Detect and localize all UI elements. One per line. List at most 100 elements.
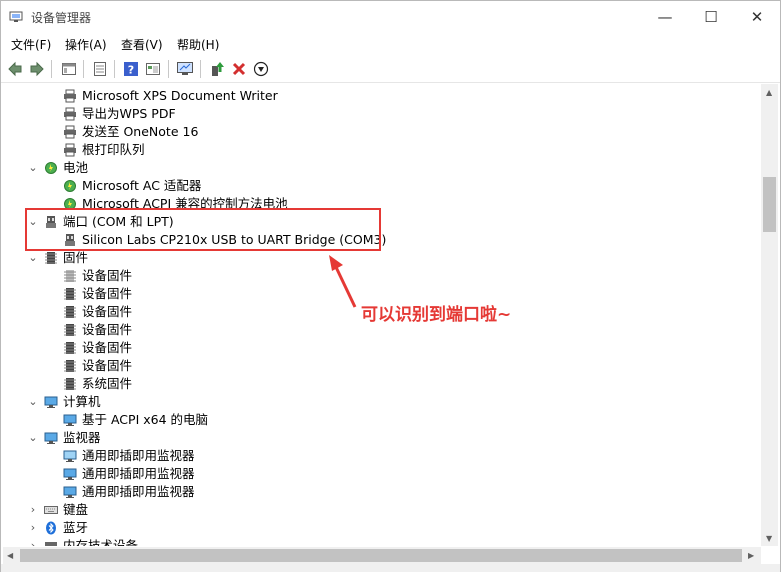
tree-category-memory[interactable]: 内存技术设备 (44, 537, 138, 546)
tree-item-firmware[interactable]: 设备固件 (63, 267, 132, 285)
tree-item-monitor[interactable]: 通用即插即用监视器 (63, 465, 195, 483)
device-view-button[interactable] (143, 59, 163, 79)
collapse-chevron-icon[interactable]: ⌄ (28, 249, 38, 267)
device-list-button[interactable] (90, 59, 110, 79)
battery-icon (45, 162, 57, 174)
device-manager-app-icon (9, 11, 23, 22)
tree-item-firmware[interactable]: 设备固件 (63, 285, 132, 303)
printer-icon (64, 143, 76, 157)
update-driver-button[interactable] (207, 59, 227, 79)
firmware-chip-icon (64, 306, 76, 318)
tree-item-monitor[interactable]: 通用即插即用监视器 (63, 483, 195, 501)
tree-item-label: 根打印队列 (82, 142, 145, 157)
expand-chevron-icon[interactable]: › (28, 537, 38, 546)
computer-monitor-icon (44, 396, 58, 408)
tree-item-label: 基于 ACPI x64 的电脑 (82, 412, 209, 427)
expand-chevron-icon[interactable]: › (28, 501, 38, 519)
maximize-icon: ☐ (704, 7, 718, 26)
firmware-chip-icon (64, 324, 76, 336)
tree-category-computer[interactable]: 计算机 (44, 393, 101, 411)
tree-item-label: 电池 (63, 160, 89, 175)
tree-item-firmware[interactable]: 设备固件 (63, 321, 132, 339)
download-button[interactable] (251, 59, 271, 79)
annotation-arrow-icon (329, 255, 357, 308)
collapse-chevron-icon[interactable]: ⌄ (28, 429, 38, 447)
tree-item-firmware[interactable]: 设备固件 (63, 339, 132, 357)
tree-item-label: 设备固件 (82, 286, 133, 301)
svg-text:?: ? (128, 64, 134, 77)
tree-item-label: 内存技术设备 (63, 538, 139, 546)
annotation-text: 可以识别到端口啦~ (361, 305, 512, 325)
menu-help[interactable]: 帮助(H) (177, 36, 219, 53)
printer-icon (64, 125, 76, 139)
firmware-chip-icon (64, 342, 76, 354)
menu-action[interactable]: 操作(A) (65, 36, 107, 53)
forward-arrow-icon (30, 61, 44, 77)
collapse-chevron-icon[interactable]: ⌄ (28, 393, 38, 411)
tree-item-label: 通用即插即用监视器 (82, 484, 195, 499)
tree-item-label: 设备固件 (82, 322, 133, 337)
scroll-up-icon[interactable]: ▲ (766, 88, 772, 97)
collapse-chevron-icon[interactable]: ⌄ (28, 159, 38, 177)
toolbar-separator (83, 60, 84, 78)
tree-category-firmware[interactable]: 固件 (44, 249, 88, 267)
tree-item-label: 系统固件 (82, 376, 133, 391)
firmware-chip-icon (64, 378, 76, 390)
tree-item-label: 固件 (63, 250, 89, 265)
title-bar: 设备管理器 — ☐ ✕ (1, 1, 780, 32)
scan-hardware-button[interactable] (175, 59, 195, 79)
battery-icon (64, 180, 76, 192)
scroll-down-icon[interactable]: ▼ (766, 534, 772, 543)
tree-item-label: 监视器 (63, 430, 101, 445)
tree-category-monitors[interactable]: 监视器 (44, 429, 101, 447)
device-list-icon (94, 62, 106, 76)
tree-category-bluetooth[interactable]: 蓝牙 (44, 519, 88, 537)
tree-item-label: Microsoft XPS Document Writer (82, 88, 278, 103)
tree-category-keyboard[interactable]: 键盘 (44, 501, 88, 519)
tree-item-printer[interactable]: 导出为WPS PDF (63, 105, 176, 123)
tree-item-firmware[interactable]: 设备固件 (63, 303, 132, 321)
firmware-chip-icon (64, 360, 76, 372)
firmware-chip-icon (64, 288, 76, 300)
vertical-scrollbar[interactable]: ▲ ▼ (761, 84, 778, 546)
tree-item-computer[interactable]: 基于 ACPI x64 的电脑 (63, 411, 208, 429)
printer-icon (64, 89, 76, 103)
tree-item-label: 通用即插即用监视器 (82, 466, 195, 481)
back-button[interactable] (5, 59, 25, 79)
expand-chevron-icon[interactable]: › (28, 519, 38, 537)
tree-item-label: 设备固件 (82, 304, 133, 319)
uninstall-device-button[interactable] (229, 59, 249, 79)
help-button[interactable]: ? (121, 59, 141, 79)
tree-item-printer[interactable]: 根打印队列 (63, 141, 145, 159)
tree-item-label: 设备固件 (82, 340, 133, 355)
tree-item-firmware[interactable]: 设备固件 (63, 357, 132, 375)
properties-button[interactable] (59, 59, 79, 79)
monitor-icon (44, 432, 58, 444)
tree-item-monitor[interactable]: 通用即插即用监视器 (63, 447, 195, 465)
tree-item-printer[interactable]: Microsoft XPS Document Writer (63, 87, 278, 105)
menu-view[interactable]: 查看(V) (121, 36, 163, 53)
tree-item-label: 导出为WPS PDF (82, 106, 176, 121)
scroll-left-icon[interactable]: ◀ (7, 551, 13, 560)
forward-button[interactable] (27, 59, 47, 79)
minimize-button[interactable]: — (642, 1, 688, 32)
close-button[interactable]: ✕ (734, 1, 780, 32)
horizontal-scroll-thumb[interactable] (20, 549, 742, 562)
monitor-icon (63, 486, 77, 498)
tree-item-printer[interactable]: 发送至 OneNote 16 (63, 123, 198, 141)
tree-category-battery[interactable]: 电池 (44, 159, 88, 177)
toolbar-separator (114, 60, 115, 78)
vertical-scroll-thumb[interactable] (763, 177, 776, 232)
update-driver-icon (212, 62, 224, 76)
tree-item-battery[interactable]: Microsoft AC 适配器 (63, 177, 201, 195)
tree-item-firmware[interactable]: 系统固件 (63, 375, 132, 393)
scan-hardware-monitor-icon (177, 62, 193, 75)
bluetooth-icon (46, 521, 56, 535)
toolbar-separator (51, 60, 52, 78)
menu-file[interactable]: 文件(F) (11, 36, 51, 53)
scroll-right-icon[interactable]: ▶ (748, 551, 754, 560)
horizontal-scrollbar[interactable]: ◀ ▶ (3, 547, 761, 564)
tree-item-label: 设备固件 (82, 268, 133, 283)
printer-icon (64, 107, 76, 121)
maximize-button[interactable]: ☐ (688, 1, 734, 32)
